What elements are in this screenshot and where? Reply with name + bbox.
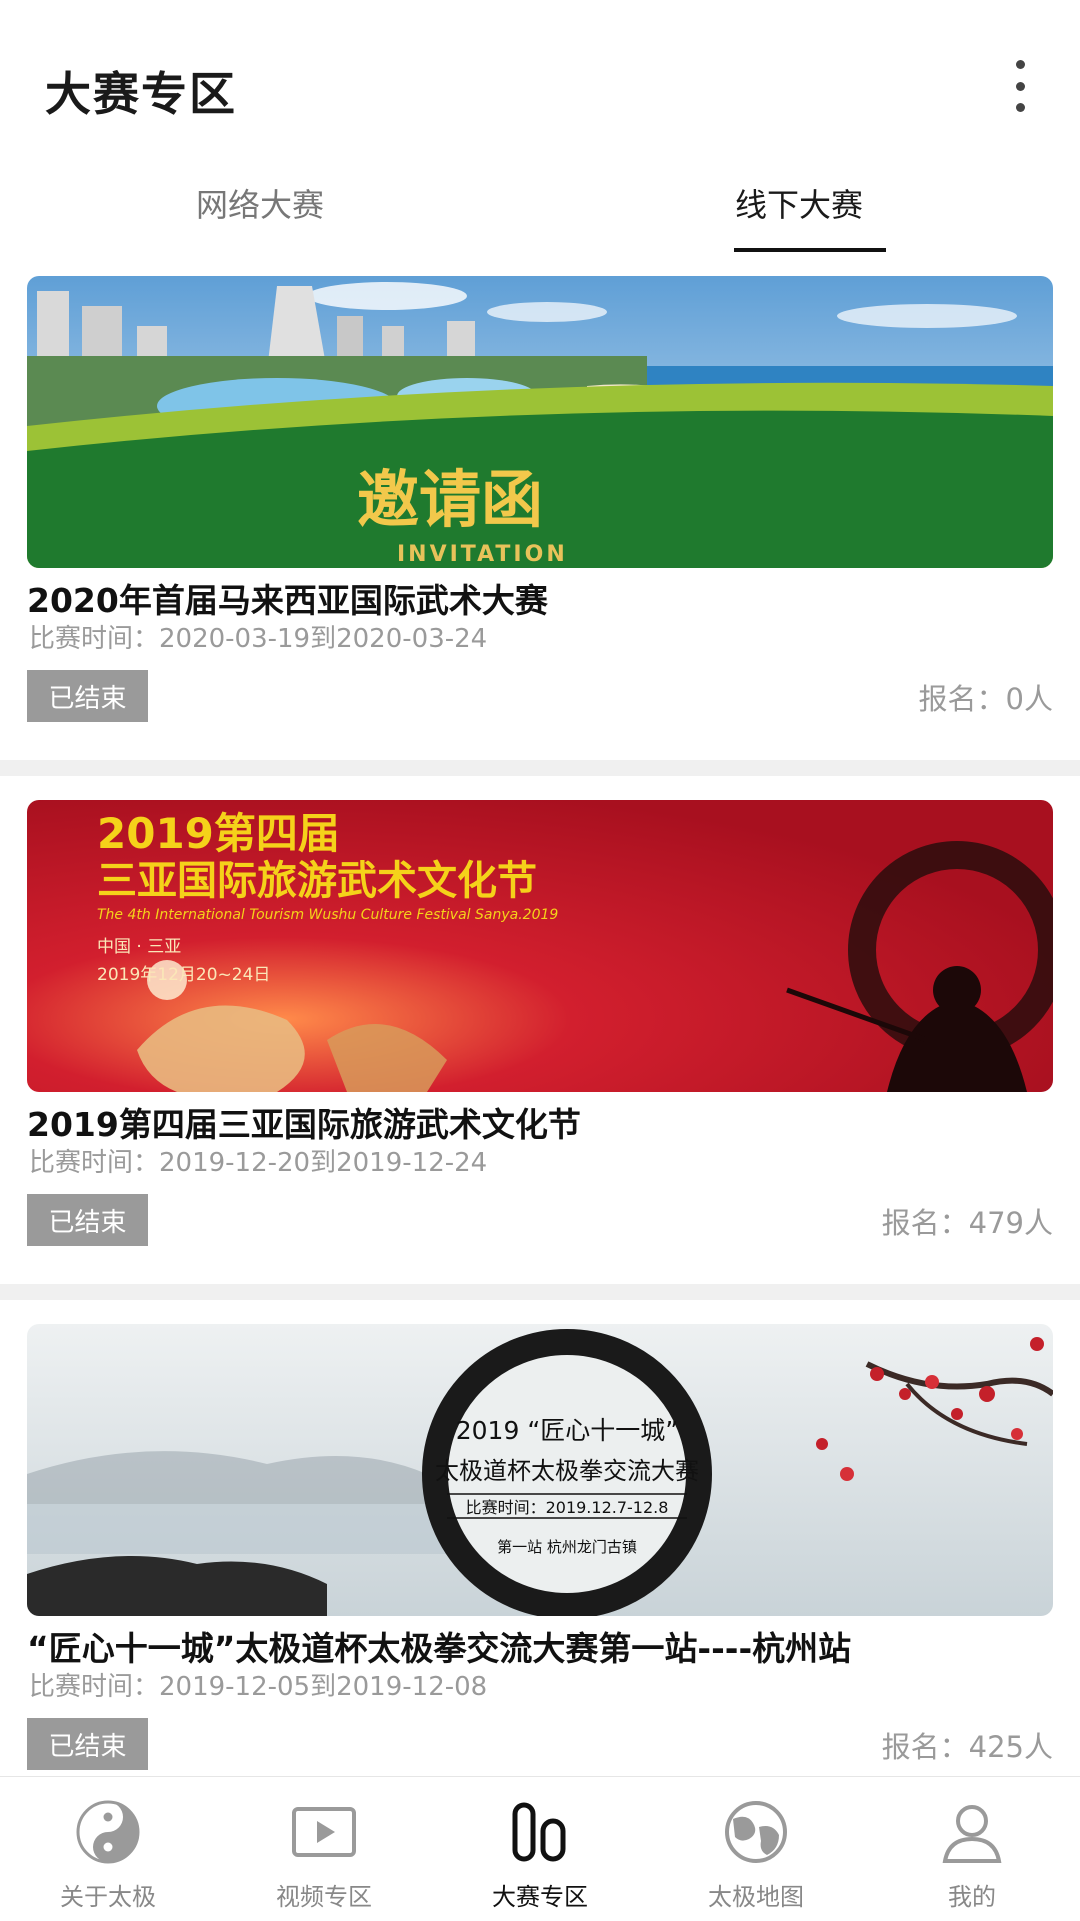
event-time: 比赛时间：2020-03-19到2020-03-24 (29, 624, 488, 654)
event-title: 2019第四届三亚国际旅游武术文化节 (27, 1105, 581, 1144)
nav-label: 关于太极 (60, 1883, 156, 1911)
signup-count: 报名：425人 (881, 1730, 1053, 1764)
yin-yang-icon (76, 1800, 140, 1864)
event-time: 比赛时间：2019-12-20到2019-12-24 (29, 1148, 488, 1178)
page-title: 大赛专区 (45, 67, 237, 121)
nav-item-taiji-map[interactable]: 太极地图 (648, 1777, 864, 1921)
banner-line2: 三亚国际旅游武术文化节 (97, 858, 537, 904)
tab-online-contest[interactable]: 网络大赛 (196, 180, 324, 226)
signup-count: 报名：0人 (918, 682, 1053, 716)
nav-label: 我的 (948, 1883, 996, 1911)
banner-line4: 中国 · 三亚 (97, 937, 181, 957)
signup-count: 报名：479人 (881, 1206, 1053, 1240)
banner-line3: The 4th International Tourism Wushu Cult… (97, 907, 558, 923)
nav-label: 太极地图 (708, 1883, 804, 1911)
status-badge: 已结束 (27, 670, 148, 722)
card-divider (0, 760, 1080, 776)
tab-bar: 网络大赛 线下大赛 (0, 160, 1080, 252)
competition-icon (512, 1802, 566, 1862)
nav-item-about-taiji[interactable]: 关于太极 (0, 1777, 216, 1921)
tab-offline-contest[interactable]: 线下大赛 (735, 180, 863, 226)
banner-line4: 第一站 杭州龙门古镇 (497, 1538, 637, 1556)
event-banner-image[interactable]: 2019 “匠心十一城” 太极道杯太极拳交流大赛 比赛时间：2019.12.7-… (27, 1324, 1053, 1616)
event-banner-image[interactable]: 邀请函 INVITATION (27, 276, 1053, 568)
video-play-icon (292, 1807, 356, 1857)
bottom-navigation: 关于太极 视频专区 大赛专区 太极地图 我的 (0, 1776, 1080, 1921)
event-title: “匠心十一城”太极道杯太极拳交流大赛第一站----杭州站 (27, 1629, 852, 1668)
banner-line3: 比赛时间：2019.12.7-12.8 (466, 1498, 669, 1517)
event-time: 比赛时间：2019-12-05到2019-12-08 (29, 1672, 488, 1702)
event-title: 2020年首届马来西亚国际武术大赛 (27, 581, 548, 620)
nav-item-competition[interactable]: 大赛专区 (432, 1777, 648, 1921)
event-card[interactable]: 2019 “匠心十一城” 太极道杯太极拳交流大赛 比赛时间：2019.12.7-… (0, 1300, 1080, 1808)
more-vert-icon[interactable] (1000, 60, 1040, 112)
card-divider (0, 1284, 1080, 1300)
event-card[interactable]: 邀请函 INVITATION 2020年首届马来西亚国际武术大赛 比赛时间：20… (0, 252, 1080, 760)
user-profile-icon (942, 1805, 1002, 1863)
banner-heading: 邀请函 (357, 463, 543, 536)
banner-line1: 2019 “匠心十一城” (456, 1416, 678, 1445)
event-list: 邀请函 INVITATION 2020年首届马来西亚国际武术大赛 比赛时间：20… (0, 252, 1080, 1808)
nav-label: 视频专区 (276, 1883, 372, 1911)
banner-line2: 太极道杯太极拳交流大赛 (435, 1457, 699, 1485)
nav-label: 大赛专区 (492, 1883, 588, 1911)
taiji-map-icon (725, 1801, 787, 1863)
banner-line1: 2019第四届 (97, 809, 340, 858)
banner-subheading: INVITATION (397, 542, 568, 567)
status-badge: 已结束 (27, 1194, 148, 1246)
nav-item-profile[interactable]: 我的 (864, 1777, 1080, 1921)
banner-line5: 2019年12月20~24日 (97, 965, 270, 985)
app-bar: 大赛专区 (0, 0, 1080, 160)
status-badge: 已结束 (27, 1718, 148, 1770)
event-banner-image[interactable]: 2019第四届 三亚国际旅游武术文化节 The 4th Internationa… (27, 800, 1053, 1092)
nav-item-video[interactable]: 视频专区 (216, 1777, 432, 1921)
event-card[interactable]: 2019第四届 三亚国际旅游武术文化节 The 4th Internationa… (0, 776, 1080, 1284)
